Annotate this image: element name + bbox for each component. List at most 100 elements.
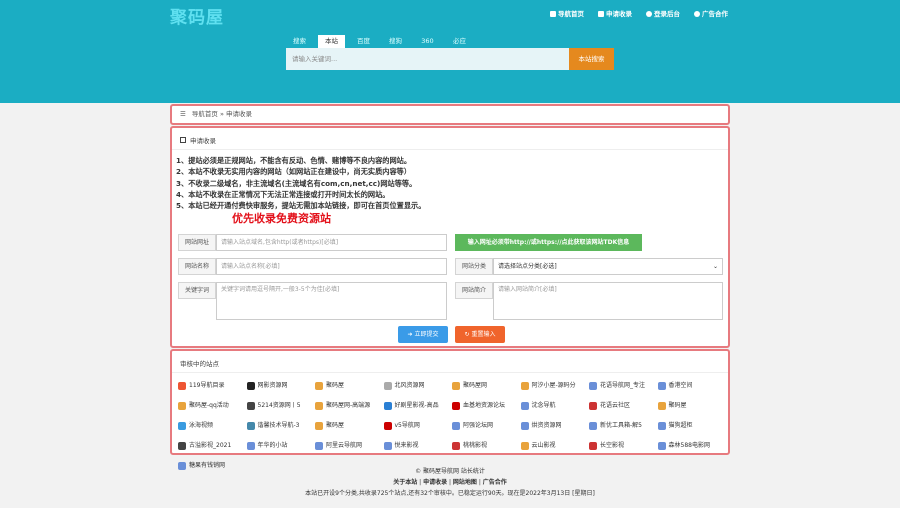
site-name: 阿汐小屋-源码分 bbox=[531, 382, 576, 389]
site-favicon-icon bbox=[315, 421, 323, 430]
site-link[interactable]: 119导航目录 bbox=[178, 377, 247, 394]
site-name: 聚码屋网 bbox=[463, 382, 488, 389]
nav-home[interactable]: 导航首页 bbox=[550, 8, 584, 18]
review-header: 审核中的站点 bbox=[172, 351, 728, 373]
site-link[interactable]: 谐馨技术导航-3 bbox=[246, 417, 316, 434]
footer-link-ads[interactable]: 广告合作 bbox=[483, 479, 507, 486]
site-link[interactable]: 花语导航网_专注 bbox=[589, 377, 658, 394]
footer-link-sitemap[interactable]: 网站地图 bbox=[453, 479, 477, 486]
tab-site[interactable]: 本站 bbox=[318, 35, 345, 48]
footer-link-about[interactable]: 关于本站 bbox=[393, 479, 417, 486]
site-link[interactable]: 云山影视 bbox=[520, 437, 590, 454]
nav-submit[interactable]: 申请收录 bbox=[598, 8, 632, 18]
tab-sogou[interactable]: 搜狗 bbox=[382, 35, 409, 48]
footer-link-submit[interactable]: 申请收录 bbox=[423, 479, 447, 486]
site-link[interactable]: 网影资源网 bbox=[246, 377, 316, 394]
name-input[interactable]: 请输入站点名称[必填] bbox=[216, 258, 447, 275]
reset-button[interactable]: ↻ 重置输入 bbox=[455, 326, 505, 343]
site-favicon-icon bbox=[315, 441, 323, 450]
site-link[interactable]: 聚码屋网 bbox=[452, 377, 521, 394]
site-link[interactable]: 香港空间 bbox=[657, 377, 727, 394]
site-link[interactable]: 5214资源网丨5 bbox=[246, 397, 316, 414]
submission-rules: 1、提站必须是正规网站，不能含有反动、色情、赌博等不良内容的网站。 2、本站不收… bbox=[176, 155, 425, 211]
site-favicon-icon bbox=[657, 381, 666, 390]
site-name: 北风资源网 bbox=[394, 382, 425, 389]
site-name: 森林588电影网 bbox=[668, 442, 710, 449]
site-link[interactable]: 森林588电影网 bbox=[657, 437, 727, 454]
site-link[interactable]: 烘资资源网 bbox=[520, 417, 590, 434]
tab-baidu[interactable]: 百度 bbox=[350, 35, 377, 48]
site-link[interactable]: 阿里云导航网 bbox=[315, 437, 384, 454]
site-link[interactable]: 花语云社区 bbox=[589, 397, 658, 414]
nav-ads[interactable]: 广告合作 bbox=[694, 8, 728, 18]
breadcrumb-sep: » bbox=[219, 110, 224, 118]
site-name: 血基地资源论坛 bbox=[463, 402, 506, 409]
site-favicon-icon bbox=[178, 401, 186, 410]
site-name: 聚码屋网-高端源 bbox=[326, 402, 371, 409]
menu-icon: ☰ bbox=[180, 110, 186, 118]
site-name: 聚码屋 bbox=[668, 402, 687, 409]
search-input[interactable]: 请输入关键词... bbox=[286, 48, 569, 70]
site-link[interactable]: 悦来影视 bbox=[383, 437, 453, 454]
site-link[interactable]: 桃桃影视 bbox=[452, 437, 521, 454]
breadcrumb-home[interactable]: 导航首页 bbox=[192, 110, 218, 118]
site-link[interactable]: 聚码屋网-高端源 bbox=[315, 397, 384, 414]
site-link[interactable]: 阿强论坛网 bbox=[452, 417, 521, 434]
site-link[interactable]: 新优工具箱-解5 bbox=[589, 417, 658, 434]
site-link[interactable]: 聚码屋-qq活动 bbox=[178, 397, 247, 414]
search-button[interactable]: 本站搜索 bbox=[569, 48, 614, 70]
fetch-tdk-button[interactable]: 输入网址必须带http://或https://点此获取该网站TDK信息 bbox=[455, 234, 642, 251]
rule-1: 1、提站必须是正规网站，不能含有反动、色情、赌博等不良内容的网站。 bbox=[176, 156, 412, 165]
site-link[interactable]: 聚码屋 bbox=[315, 377, 384, 394]
name-label: 网站名称 bbox=[178, 258, 216, 275]
site-favicon-icon bbox=[315, 401, 323, 410]
pending-sites-grid: 119导航目录 网影资源网 聚码屋 北风资源网 聚码屋网 阿汐小屋-源码分 花语导航网_专注… bbox=[178, 377, 726, 474]
site-favicon-icon bbox=[589, 421, 597, 430]
breadcrumb: ☰ 导航首页 » 申请收录 bbox=[170, 104, 730, 125]
site-link[interactable]: 长空影视 bbox=[589, 437, 658, 454]
description-label: 网站简介 bbox=[455, 282, 493, 299]
site-link[interactable]: 北风资源网 bbox=[383, 377, 453, 394]
site-name: 谐馨技术导航-3 bbox=[257, 422, 300, 429]
tab-360[interactable]: 360 bbox=[414, 35, 441, 48]
keywords-textarea[interactable]: 关键字词请用逗号隔开,一般3-5个为佳[必填] bbox=[216, 282, 447, 320]
category-select[interactable]: 请选择站点分类[必选] ⌄ bbox=[493, 258, 723, 275]
site-name: v5导航网 bbox=[394, 422, 420, 429]
footer: © 聚码屋导航网 站长统计 关于本站 | 申请收录 | 网站地图 | 广告合作 … bbox=[0, 466, 900, 499]
site-logo[interactable]: 聚码屋 bbox=[170, 3, 224, 28]
site-favicon-icon bbox=[589, 441, 597, 450]
site-favicon-icon bbox=[178, 421, 186, 430]
description-textarea[interactable]: 请输入网站简介[必填] bbox=[493, 282, 723, 320]
site-link[interactable]: 好剧星影视-高品 bbox=[383, 397, 453, 414]
top-nav: 导航首页 申请收录 登录后台 广告合作 bbox=[550, 8, 728, 18]
rule-2: 2、本站不收录无实用内容的网站（如网站正在建设中，尚无实质内容等） bbox=[176, 167, 412, 177]
site-name: 花语云社区 bbox=[600, 402, 631, 409]
site-name: 云山影视 bbox=[531, 442, 556, 449]
site-link[interactable]: 古溢影视_2021 bbox=[178, 437, 247, 454]
site-name: 香港空间 bbox=[668, 382, 693, 389]
site-link[interactable]: 血基地资源论坛 bbox=[452, 397, 521, 414]
site-favicon-icon bbox=[520, 381, 529, 390]
site-favicon-icon bbox=[657, 441, 666, 450]
rule-3: 3、不收录二级域名，非主流域名(主流域名有com,cn,net,cc)网站等等。 bbox=[176, 178, 417, 188]
search-tabs: 搜索 本站 百度 搜狗 360 必应 bbox=[286, 35, 478, 48]
site-favicon-icon bbox=[657, 421, 666, 430]
tab-bing[interactable]: 必应 bbox=[446, 35, 473, 48]
site-favicon-icon bbox=[383, 421, 392, 430]
site-name: 沈念导航 bbox=[531, 402, 556, 409]
site-link[interactable]: 年华的小站 bbox=[246, 437, 316, 454]
url-input[interactable]: 请输入站点域名,包含http(或者https)[必填] bbox=[216, 234, 447, 251]
site-favicon-icon bbox=[178, 381, 186, 390]
nav-login[interactable]: 登录后台 bbox=[646, 8, 680, 18]
site-link[interactable]: 沈念导航 bbox=[520, 397, 590, 414]
site-favicon-icon bbox=[520, 441, 529, 450]
site-link[interactable]: 聚码屋 bbox=[657, 397, 727, 414]
site-favicon-icon bbox=[315, 381, 323, 390]
tab-search[interactable]: 搜索 bbox=[286, 35, 313, 48]
site-link[interactable]: v5导航网 bbox=[383, 417, 453, 434]
submit-button[interactable]: ➜ 立即提交 bbox=[398, 326, 448, 343]
site-link[interactable]: 聚码屋 bbox=[315, 417, 384, 434]
site-link[interactable]: 泳海视频 bbox=[178, 417, 247, 434]
site-link[interactable]: 猫狗超柜 bbox=[657, 417, 727, 434]
site-link[interactable]: 阿汐小屋-源码分 bbox=[520, 377, 590, 394]
